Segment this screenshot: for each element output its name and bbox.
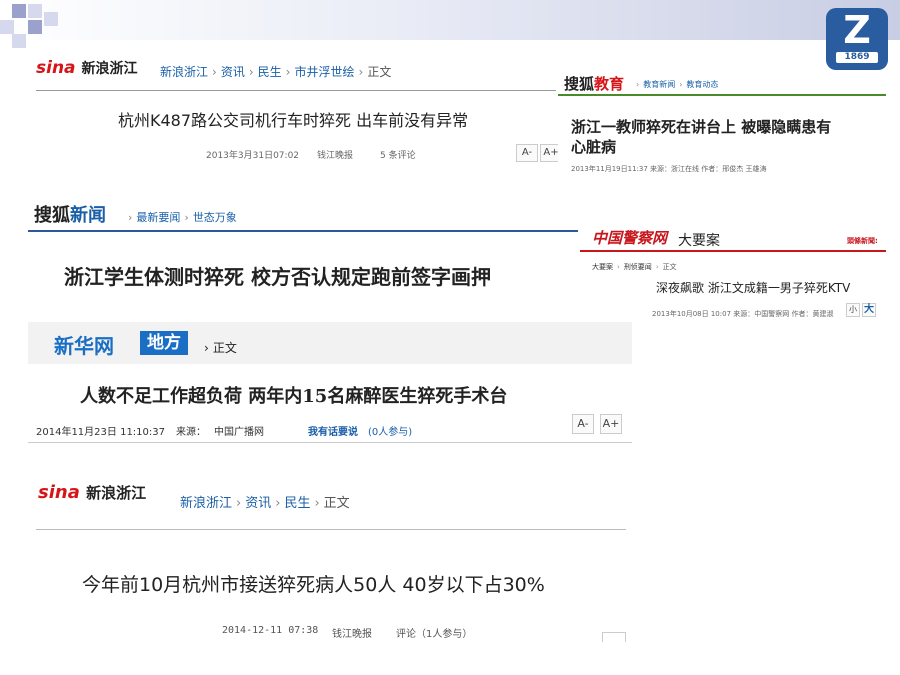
deco-square	[44, 12, 58, 26]
divider	[36, 529, 626, 530]
divider	[580, 250, 886, 252]
crumb-current: 正文	[367, 65, 392, 79]
crumb-current: 正文	[662, 263, 677, 271]
meta-comments[interactable]: 评论（1人参与）	[396, 625, 472, 640]
xinhua-header-bar	[28, 322, 632, 364]
headline: 今年前10月杭州市接送猝死病人50人 40岁以下占30%	[82, 574, 545, 596]
font-large-button[interactable]: 大	[862, 303, 876, 317]
sohu-section: 新闻	[70, 205, 106, 226]
meta-source: 钱江晚报	[332, 629, 372, 640]
comment-count: (0人参与)	[368, 427, 413, 438]
divider	[28, 230, 578, 232]
news-clip-sina-bus: sina 新浪浙江 新浪浙江 › 资讯 › 民生 › 市井浮世绘 › 正文 杭州K487路公交司…	[30, 52, 562, 182]
meta-source: 中国广播网	[214, 427, 264, 438]
crumb-link[interactable]: 最新要闻	[136, 211, 180, 224]
police-logo: 中国警察网	[592, 229, 668, 247]
breadcrumb: › 最新要闻 › 世态万象	[128, 211, 237, 224]
divider	[558, 94, 886, 96]
crumb-link[interactable]: 刑侦要闻	[624, 263, 652, 271]
news-clip-xinhua: 新华网 地方 › 正文 人数不足工作超负荷 两年内15名麻醉医生猝死手术台 201…	[28, 322, 632, 446]
sina-region-text: 新浪浙江	[86, 484, 147, 502]
font-decrease-button[interactable]: A-	[572, 414, 594, 434]
meta-date: 2014-12-11 07:38	[222, 625, 319, 636]
meta-source-label: 来源：	[176, 427, 206, 438]
meta-comments[interactable]: 5 条评论	[380, 148, 416, 161]
crumb-link[interactable]: 新浪浙江	[180, 496, 232, 511]
meta-date: 2013年3月31日07:02	[206, 151, 300, 161]
xinhua-logo: 新华网	[54, 334, 114, 358]
headline: 杭州K487路公交司机行车时猝死 出车前没有异常	[118, 111, 469, 130]
sina-logo-text: sina	[36, 58, 76, 78]
deco-square	[12, 4, 26, 18]
deco-square	[28, 4, 42, 18]
sina-region-text: 新浪浙江	[81, 61, 138, 77]
font-button-partial[interactable]	[602, 632, 626, 642]
deco-square	[28, 20, 42, 34]
logo-letter: Z	[843, 8, 871, 52]
slide-header-band	[0, 0, 900, 40]
crumb-link[interactable]: 世态万象	[193, 211, 237, 224]
meta-date: 2014年11月23日 11:10:37	[36, 427, 165, 438]
headline-tag: 頭條新聞:	[847, 237, 878, 245]
breadcrumb: 新浪浙江 › 资讯 › 民生 › 市井浮世绘 › 正文	[160, 65, 392, 79]
university-logo: Z 1869	[826, 8, 888, 70]
sohu-section: 教育	[594, 75, 625, 93]
headline: 浙江学生体测时猝死 校方否认规定跑前签字画押	[64, 265, 491, 289]
crumb-link[interactable]: 大要案	[592, 263, 613, 271]
crumb-link[interactable]: 市井浮世绘	[294, 65, 354, 79]
crumb-link[interactable]: 资讯	[221, 65, 245, 79]
comment-link[interactable]: 我有话要说	[308, 423, 358, 438]
breadcrumb: 大要案 › 刑侦要闻 › 正文	[592, 263, 677, 271]
divider	[36, 90, 556, 91]
breadcrumb: 新浪浙江 › 资讯 › 民生 › 正文	[180, 496, 350, 511]
crumb-link[interactable]: 新浪浙江	[160, 65, 208, 79]
crumb-current: 正文	[323, 496, 350, 511]
news-clip-sina-stats: sina 新浪浙江 新浪浙江 › 资讯 › 民生 › 正文 今年前10月杭州市接送猝死病人5…	[30, 474, 632, 642]
crumb-link[interactable]: 教育新闻	[643, 80, 675, 89]
crumb-link[interactable]: 资讯	[245, 496, 271, 511]
font-decrease-button[interactable]: A-	[516, 144, 538, 162]
logo-year: 1869	[836, 52, 878, 63]
deco-square	[0, 20, 14, 34]
divider	[28, 442, 632, 443]
sohu-logo: 搜狐教育	[564, 73, 624, 94]
sina-logo: sina 新浪浙江	[36, 58, 137, 78]
crumb-link[interactable]: 民生	[258, 65, 282, 79]
sina-logo: sina 新浪浙江	[38, 482, 146, 503]
headline-line-2: 心脏病	[571, 138, 617, 156]
deco-square	[12, 34, 26, 48]
news-clip-sohu-teacher: 搜狐教育 › 教育新闻 › 教育动态 浙江一教师猝死在讲台上 被曝隐瞒患有 心脏病 2…	[558, 70, 888, 182]
sohu-brand: 搜狐	[564, 75, 595, 93]
headline-line-1: 浙江一教师猝死在讲台上 被曝隐瞒患有	[571, 118, 832, 136]
breadcrumb: › 正文	[204, 341, 237, 355]
crumb-link[interactable]: 教育动态	[686, 80, 718, 89]
font-increase-button[interactable]: A+	[600, 414, 622, 434]
meta-info: 2013年11月19日11:37 来源：浙江在线 作者：邢俊杰 王雄涛	[571, 165, 767, 173]
headline: 深夜飙歌 浙江文成籍一男子猝死KTV	[656, 281, 851, 295]
section-badge: 地方	[140, 331, 188, 355]
sina-logo-text: sina	[38, 482, 80, 503]
meta-info: 2013年10月08日 10:07 来源：中国警察网 作者：黄建淑	[652, 310, 834, 318]
news-clip-sohu-student: 搜狐新闻 › 最新要闻 › 世态万象 浙江学生体测时猝死 校方否认规定跑前签字画押	[28, 198, 578, 298]
sohu-brand: 搜狐	[34, 205, 70, 226]
headline: 人数不足工作超负荷 两年内15名麻醉医生猝死手术台	[80, 386, 508, 407]
font-small-button[interactable]: 小	[846, 303, 860, 317]
breadcrumb: › 教育新闻 › 教育动态	[636, 80, 719, 89]
sohu-logo: 搜狐新闻	[34, 201, 106, 227]
section-title: 大要案	[678, 233, 720, 249]
crumb-link[interactable]: 民生	[284, 496, 310, 511]
news-clip-police: 中国警察网 大要案 頭條新聞: 大要案 › 刑侦要闻 › 正文 深夜飙歌 浙江文成籍一男…	[580, 222, 886, 324]
crumb-current: 正文	[212, 341, 237, 355]
meta-source: 钱江晚报	[317, 151, 354, 161]
corner-squares	[0, 0, 60, 50]
